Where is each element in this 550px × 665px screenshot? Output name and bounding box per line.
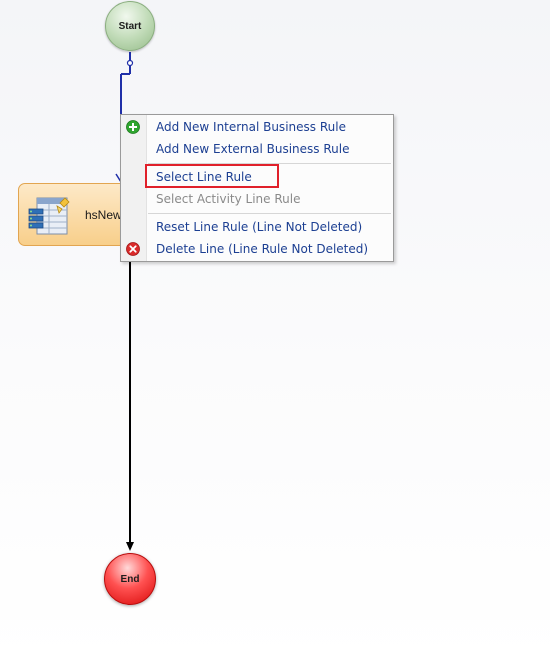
menu-item-label: Add New External Business Rule xyxy=(156,142,350,156)
menu-separator xyxy=(148,213,391,214)
start-node[interactable]: Start xyxy=(105,1,155,51)
selection-highlight-box xyxy=(145,164,279,188)
menu-item-delete-line[interactable]: Delete Line (Line Rule Not Deleted) xyxy=(121,238,393,260)
menu-item-select-activity-line-rule: Select Activity Line Rule xyxy=(121,188,393,210)
workflow-canvas[interactable]: Start hsNew End Add New Internal Busines… xyxy=(0,0,550,665)
start-node-label: Start xyxy=(118,20,142,32)
end-node-label: End xyxy=(120,573,140,585)
add-icon xyxy=(126,120,140,134)
activity-node-label: hsNew xyxy=(85,208,122,222)
menu-item-reset-line-rule[interactable]: Reset Line Rule (Line Not Deleted) xyxy=(121,216,393,238)
menu-item-add-internal-rule[interactable]: Add New Internal Business Rule xyxy=(121,116,393,138)
end-node[interactable]: End xyxy=(104,553,156,605)
connector-lines xyxy=(115,52,134,551)
menu-item-label: Delete Line (Line Rule Not Deleted) xyxy=(156,242,369,256)
menu-item-add-external-rule[interactable]: Add New External Business Rule xyxy=(121,138,393,160)
connector-to-end[interactable] xyxy=(126,262,134,551)
connector-handle-top xyxy=(126,59,134,67)
menu-item-label: Select Activity Line Rule xyxy=(156,192,301,206)
menu-item-label: Add New Internal Business Rule xyxy=(156,120,346,134)
activity-table-icon xyxy=(28,197,70,235)
delete-icon xyxy=(126,242,140,256)
end-arrow-head xyxy=(126,542,134,551)
line-context-menu: Add New Internal Business Rule Add New E… xyxy=(120,114,394,262)
menu-item-label: Reset Line Rule (Line Not Deleted) xyxy=(156,220,363,234)
